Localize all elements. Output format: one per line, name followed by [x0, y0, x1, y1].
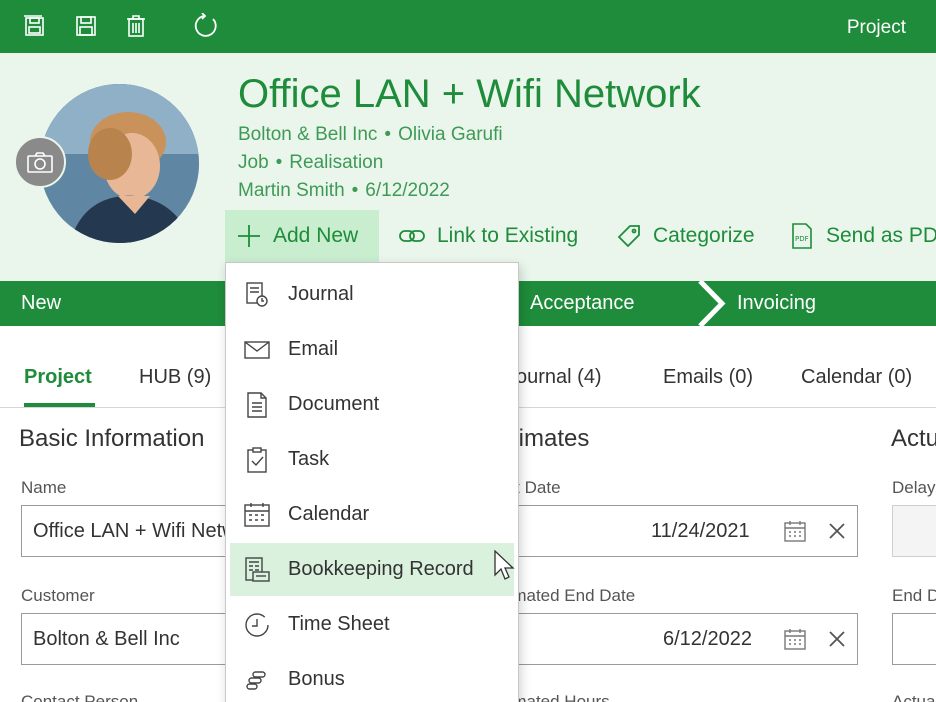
- contact-link[interactable]: Olivia Garufi: [398, 124, 503, 145]
- customer-label: Customer: [21, 586, 95, 605]
- calendar-icon[interactable]: [782, 518, 808, 544]
- window-title: Project: [846, 17, 906, 38]
- email-icon: [242, 335, 272, 365]
- stage-acceptance[interactable]: Acceptance: [530, 292, 635, 315]
- top-toolbar: Project: [0, 0, 936, 53]
- clear-start-date-icon[interactable]: [824, 518, 850, 544]
- menu-item-time-sheet[interactable]: Time Sheet: [230, 598, 514, 651]
- separator: •: [351, 180, 359, 201]
- calendar-icon: [242, 500, 272, 530]
- calendar-icon[interactable]: [782, 626, 808, 652]
- change-photo-button[interactable]: [14, 136, 66, 188]
- actual-hours-label: Actual: [892, 692, 936, 702]
- contact-person-label: Contact Person: [21, 692, 139, 702]
- company-contact-line: Bolton & Bell Inc • Olivia Garufi: [238, 124, 503, 146]
- project-phase: Realisation: [289, 152, 384, 173]
- menu-item-label: Document: [288, 393, 380, 415]
- task-icon: [242, 445, 272, 475]
- stage-new[interactable]: New: [21, 292, 61, 315]
- section-basic-information: Basic Information: [19, 425, 205, 452]
- send-as-pdf-button[interactable]: PDF Send as PDF: [790, 210, 936, 262]
- type-phase-line: Job • Realisation: [238, 152, 383, 174]
- refresh-icon[interactable]: [193, 12, 219, 40]
- save-icon[interactable]: [73, 12, 99, 40]
- categorize-label: Categorize: [653, 224, 755, 247]
- menu-item-bonus[interactable]: Bonus: [230, 653, 514, 702]
- coins-icon: [242, 665, 272, 695]
- start-date-value: 11/24/2021: [651, 520, 750, 542]
- save-and-close-icon[interactable]: [22, 12, 48, 40]
- tab-project[interactable]: Project: [24, 366, 92, 389]
- add-new-label: Add New: [273, 224, 359, 247]
- menu-item-email[interactable]: Email: [230, 323, 514, 376]
- link-to-existing-button[interactable]: Link to Existing: [399, 210, 578, 262]
- bookkeeping-icon: [242, 555, 272, 585]
- add-new-menu: Journal Email Document Task Calendar Boo…: [225, 262, 519, 702]
- pdf-icon: PDF: [792, 223, 812, 249]
- journal-icon: [242, 280, 272, 310]
- end-date-field[interactable]: [892, 613, 936, 665]
- menu-item-label: Email: [288, 338, 339, 360]
- owner-name: Martin Smith: [238, 180, 345, 201]
- project-type: Job: [238, 152, 269, 173]
- end-date-label: End Date: [892, 586, 936, 605]
- tab-hub[interactable]: HUB (9): [139, 366, 211, 389]
- menu-item-label: Calendar: [288, 503, 370, 525]
- section-actual: Actual: [891, 425, 936, 452]
- categorize-button[interactable]: Categorize: [617, 210, 755, 262]
- stage-invoicing[interactable]: Invoicing: [737, 292, 816, 315]
- tab-calendar[interactable]: Calendar (0): [801, 366, 912, 389]
- menu-item-task[interactable]: Task: [230, 433, 514, 486]
- menu-item-label: Bookkeeping Record: [288, 558, 474, 580]
- delete-icon[interactable]: [123, 12, 149, 40]
- menu-item-label: Time Sheet: [288, 613, 390, 635]
- active-tab-indicator: [24, 403, 95, 407]
- tab-journal[interactable]: Journal (4): [506, 366, 602, 389]
- menu-item-label: Task: [288, 448, 330, 470]
- menu-item-bookkeeping-record[interactable]: Bookkeeping Record: [230, 543, 514, 596]
- clock-icon: [242, 610, 272, 640]
- link-icon: [399, 230, 425, 242]
- menu-item-journal[interactable]: Journal: [230, 268, 514, 321]
- document-icon: [242, 390, 272, 420]
- menu-item-document[interactable]: Document: [230, 378, 514, 431]
- separator: •: [384, 124, 392, 145]
- separator: •: [275, 152, 283, 173]
- owner-date-line: Martin Smith • 6/12/2022: [238, 180, 450, 202]
- name-label: Name: [21, 478, 67, 497]
- send-as-pdf-label: Send as PDF: [826, 224, 936, 247]
- menu-item-label: Journal: [288, 283, 354, 305]
- tag-icon: [617, 225, 640, 248]
- end-date-value: 6/12/2022: [663, 628, 752, 650]
- tab-emails[interactable]: Emails (0): [663, 366, 753, 389]
- company-link[interactable]: Bolton & Bell Inc: [238, 124, 377, 145]
- clear-end-date-icon[interactable]: [824, 626, 850, 652]
- delay-label: Delay: [892, 478, 936, 497]
- project-date: 6/12/2022: [365, 180, 450, 201]
- menu-item-calendar[interactable]: Calendar: [230, 488, 514, 541]
- delay-field: [892, 505, 936, 557]
- page-title: Office LAN + Wifi Network: [238, 72, 701, 116]
- svg-text:PDF: PDF: [795, 235, 809, 243]
- link-to-existing-label: Link to Existing: [437, 224, 579, 247]
- camera-icon: [27, 152, 53, 173]
- plus-icon: [238, 225, 260, 247]
- mouse-cursor-icon: [494, 549, 516, 587]
- add-new-button[interactable]: Add New: [225, 210, 379, 262]
- menu-item-label: Bonus: [288, 668, 345, 690]
